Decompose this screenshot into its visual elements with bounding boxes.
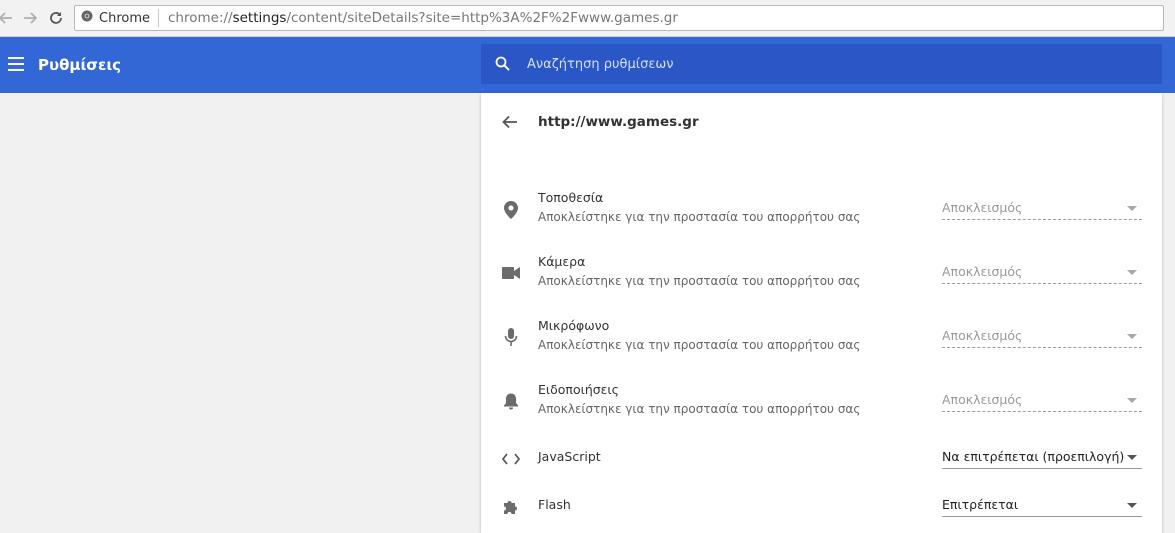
address-bar[interactable]: Chrome chrome://settings/content/siteDet… <box>74 5 1164 31</box>
permission-select-value: Αποκλεισμός <box>942 200 1023 215</box>
permission-label: Τοποθεσία <box>538 190 604 205</box>
dropdown-arrow-icon <box>1127 206 1137 211</box>
menu-icon[interactable] <box>8 57 24 71</box>
permission-status: Αποκλείστηκε για την προστασία του απορρ… <box>538 274 861 288</box>
site-url-title: http://www.games.gr <box>538 114 699 130</box>
search-input[interactable] <box>527 44 1127 84</box>
url-text[interactable]: chrome://settings/content/siteDetails?si… <box>168 10 678 26</box>
chrome-logo-icon <box>81 10 93 26</box>
back-nav-icon[interactable] <box>0 8 16 28</box>
settings-header: Ρυθμίσεις <box>0 37 1175 93</box>
permission-select[interactable]: Επιτρέπεται <box>942 495 1142 517</box>
permission-select-value: Αποκλεισμός <box>942 328 1023 343</box>
permission-select[interactable]: Αποκλεισμός <box>942 262 1142 284</box>
permission-select-value: Να επιτρέπεται (προεπιλογή) <box>942 449 1125 464</box>
permission-status: Αποκλείστηκε για την προστασία του απορρ… <box>538 402 861 416</box>
reload-icon[interactable] <box>46 8 66 28</box>
permission-label: Ειδοποιήσεις <box>538 382 619 397</box>
permission-label: Κάμερα <box>538 254 586 269</box>
location-pin-icon <box>501 200 521 220</box>
permission-status: Αποκλείστηκε για την προστασία του απορρ… <box>538 338 861 352</box>
dropdown-arrow-icon <box>1127 398 1137 403</box>
permission-select[interactable]: Να επιτρέπεται (προεπιλογή) <box>942 447 1142 469</box>
back-arrow-icon[interactable] <box>501 113 519 131</box>
url-host: settings <box>232 10 287 26</box>
dropdown-arrow-icon <box>1127 503 1137 508</box>
search-box[interactable] <box>481 44 1162 84</box>
page-title: Ρυθμίσεις <box>38 56 122 74</box>
site-details-card: http://www.games.gr Τοποθεσία Αποκλείστη… <box>481 93 1162 533</box>
permission-status: Αποκλείστηκε για την προστασία του απορρ… <box>538 210 861 224</box>
forward-nav-icon[interactable] <box>20 8 40 28</box>
permission-label: Μικρόφωνο <box>538 318 610 333</box>
url-path: /content/siteDetails?site=http%3A%2F%2Fw… <box>286 10 678 26</box>
search-icon <box>495 56 510 75</box>
permission-select-value: Αποκλεισμός <box>942 392 1023 407</box>
dropdown-arrow-icon <box>1127 270 1137 275</box>
dropdown-arrow-icon <box>1127 455 1137 460</box>
code-brackets-icon <box>501 449 521 469</box>
permission-select[interactable]: Αποκλεισμός <box>942 390 1142 412</box>
permission-select[interactable]: Αποκλεισμός <box>942 326 1142 348</box>
dropdown-arrow-icon <box>1127 334 1137 339</box>
permission-label: JavaScript <box>538 449 601 464</box>
permission-select-value: Αποκλεισμός <box>942 264 1023 279</box>
puzzle-icon <box>501 497 521 517</box>
bell-icon <box>501 391 521 411</box>
camera-icon <box>501 263 521 283</box>
permission-select[interactable]: Αποκλεισμός <box>942 198 1142 220</box>
url-scheme: chrome:// <box>168 10 233 26</box>
browser-toolbar: Chrome chrome://settings/content/siteDet… <box>0 0 1175 37</box>
chrome-chip-label: Chrome <box>99 10 150 26</box>
permission-select-value: Επιτρέπεται <box>942 497 1019 512</box>
microphone-icon <box>501 327 521 347</box>
chrome-chip[interactable]: Chrome <box>81 9 159 27</box>
permission-label: Flash <box>538 497 571 512</box>
